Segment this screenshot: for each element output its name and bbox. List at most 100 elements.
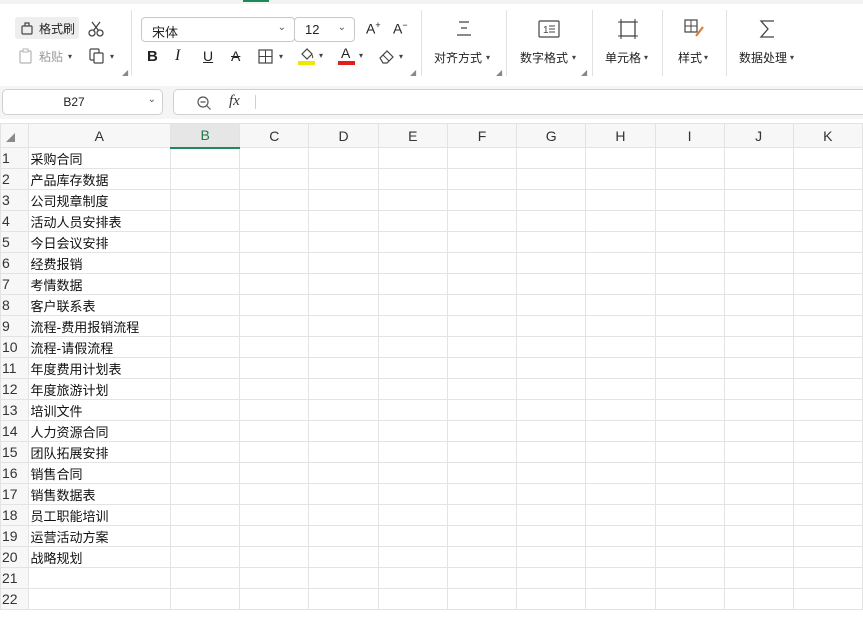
cell-c17[interactable] (239, 483, 310, 505)
cell-b15[interactable] (170, 441, 241, 463)
cell-g19[interactable] (516, 525, 587, 547)
cell-e15[interactable] (377, 441, 448, 463)
cell-j5[interactable] (723, 231, 794, 253)
cell-h19[interactable] (585, 525, 656, 547)
select-all-corner[interactable] (0, 123, 29, 148)
cell-d4[interactable] (308, 210, 379, 232)
cell-f19[interactable] (446, 525, 518, 547)
cell-a17[interactable]: 销售数据表 (27, 483, 172, 505)
cell-k15[interactable] (792, 441, 863, 463)
cell-a7[interactable]: 考情数据 (27, 273, 172, 295)
cell-button[interactable]: 单元格 ▾ (603, 14, 653, 70)
cell-b18[interactable] (170, 504, 241, 526)
row-header[interactable]: 19 (0, 525, 29, 547)
cell-k1[interactable] (792, 147, 863, 169)
spreadsheet-grid[interactable]: ABCDEFGHIJK 1 采购合同 2 产品库存数据 3 公司规章制度 4 活动人员安排表 5… (0, 123, 863, 619)
column-header-f[interactable]: F (446, 123, 518, 148)
row-header[interactable]: 11 (0, 357, 29, 379)
row-header[interactable]: 16 (0, 462, 29, 484)
cell-g21[interactable] (516, 567, 587, 589)
cell-j9[interactable] (723, 315, 794, 337)
cell-k18[interactable] (792, 504, 863, 526)
cell-f1[interactable] (446, 147, 518, 169)
cell-d21[interactable] (308, 567, 379, 589)
cell-i2[interactable] (654, 168, 725, 190)
cell-f4[interactable] (446, 210, 518, 232)
cell-e13[interactable] (377, 399, 448, 421)
cell-g7[interactable] (516, 273, 587, 295)
cell-h1[interactable] (585, 147, 656, 169)
cell-f22[interactable] (446, 588, 518, 610)
cell-k7[interactable] (792, 273, 863, 295)
cell-a2[interactable]: 产品库存数据 (27, 168, 172, 190)
cell-a21[interactable] (27, 567, 172, 589)
cell-i3[interactable] (654, 189, 725, 211)
row-header[interactable]: 12 (0, 378, 29, 400)
alignment-button[interactable]: 对齐方式 ▾ (431, 14, 497, 70)
cell-i5[interactable] (654, 231, 725, 253)
cell-h12[interactable] (585, 378, 656, 400)
row-header[interactable]: 14 (0, 420, 29, 442)
cell-f12[interactable] (446, 378, 518, 400)
cell-f17[interactable] (446, 483, 518, 505)
number-format-button[interactable]: 1 数字格式 ▾ (517, 14, 583, 70)
cell-c6[interactable] (239, 252, 310, 274)
cell-a9[interactable]: 流程-费用报销流程 (27, 315, 172, 337)
cell-g13[interactable] (516, 399, 587, 421)
cell-c7[interactable] (239, 273, 310, 295)
cell-j7[interactable] (723, 273, 794, 295)
cell-e12[interactable] (377, 378, 448, 400)
cell-d13[interactable] (308, 399, 379, 421)
cell-j12[interactable] (723, 378, 794, 400)
row-header[interactable]: 22 (0, 588, 29, 610)
cell-f3[interactable] (446, 189, 518, 211)
row-header[interactable]: 7 (0, 273, 29, 295)
cell-g2[interactable] (516, 168, 587, 190)
row-header[interactable]: 10 (0, 336, 29, 358)
cell-k2[interactable] (792, 168, 863, 190)
cell-b8[interactable] (170, 294, 241, 316)
cell-c14[interactable] (239, 420, 310, 442)
cell-g17[interactable] (516, 483, 587, 505)
cell-b11[interactable] (170, 357, 241, 379)
cell-j6[interactable] (723, 252, 794, 274)
cell-c10[interactable] (239, 336, 310, 358)
cell-d8[interactable] (308, 294, 379, 316)
cell-h22[interactable] (585, 588, 656, 610)
cell-c20[interactable] (239, 546, 310, 568)
cell-a4[interactable]: 活动人员安排表 (27, 210, 172, 232)
cell-f18[interactable] (446, 504, 518, 526)
borders-button[interactable]: ▾ (258, 47, 288, 65)
cell-f2[interactable] (446, 168, 518, 190)
underline-button[interactable]: U (203, 48, 213, 64)
cell-b6[interactable] (170, 252, 241, 274)
cell-c19[interactable] (239, 525, 310, 547)
name-box[interactable]: B27 ⌄ (2, 89, 163, 115)
cell-a14[interactable]: 人力资源合同 (27, 420, 172, 442)
cell-h3[interactable] (585, 189, 656, 211)
cell-a11[interactable]: 年度费用计划表 (27, 357, 172, 379)
cell-i19[interactable] (654, 525, 725, 547)
format-painter-button[interactable]: 格式刷 (15, 17, 79, 39)
row-header[interactable]: 18 (0, 504, 29, 526)
row-header[interactable]: 17 (0, 483, 29, 505)
cell-k9[interactable] (792, 315, 863, 337)
cell-j22[interactable] (723, 588, 794, 610)
cell-k17[interactable] (792, 483, 863, 505)
cell-e17[interactable] (377, 483, 448, 505)
cell-h20[interactable] (585, 546, 656, 568)
row-header[interactable]: 1 (0, 147, 29, 169)
row-header[interactable]: 8 (0, 294, 29, 316)
cell-c5[interactable] (239, 231, 310, 253)
cell-h2[interactable] (585, 168, 656, 190)
cell-d16[interactable] (308, 462, 379, 484)
cell-j2[interactable] (723, 168, 794, 190)
increase-font-size-icon[interactable]: A+ (366, 20, 381, 37)
cell-i1[interactable] (654, 147, 725, 169)
cell-i12[interactable] (654, 378, 725, 400)
cell-g10[interactable] (516, 336, 587, 358)
column-header-d[interactable]: D (308, 123, 379, 148)
cell-h21[interactable] (585, 567, 656, 589)
cell-c3[interactable] (239, 189, 310, 211)
cell-e9[interactable] (377, 315, 448, 337)
